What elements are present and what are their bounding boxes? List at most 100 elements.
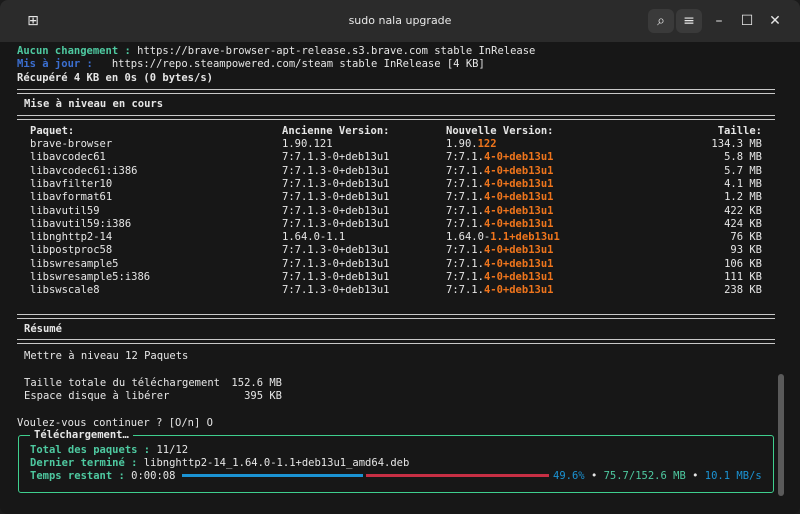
new-version-base: 7:7.1.: [446, 164, 484, 177]
old-version: 7:7.1.3-0+deb13u1: [282, 284, 390, 297]
log-line: Aucun changement : https://brave-browser…: [17, 45, 535, 58]
log-text: https://brave-browser-apt-release.s3.bra…: [130, 45, 536, 57]
new-version: 1.90.122: [446, 138, 497, 151]
new-version-base: 7:7.1.: [446, 151, 484, 164]
old-version: 7:7.1.3-0+deb13u1: [282, 217, 390, 230]
package-name: libavutil59: [30, 204, 100, 217]
total-packages-row: Total des paquets : 11/12: [30, 444, 188, 457]
new-version-change: 4-0+deb13u1: [483, 164, 554, 177]
download-title: Téléchargement…: [30, 429, 133, 442]
download-speed: 10.1 MB/s: [704, 470, 762, 482]
last-finished-row: Dernier terminé : libnghttp2-14_1.64.0-1…: [30, 457, 409, 470]
package-size: 5.7 MB: [724, 164, 762, 177]
title-bar: ⊞ sudo nala upgrade ⌕ ≡ – ☐ ✕: [0, 0, 800, 42]
header-old-version: Ancienne Version:: [282, 125, 390, 137]
header-new-version: Nouvelle Version:: [446, 125, 554, 137]
total-packages-value: 11/12: [156, 444, 189, 456]
time-left-row: Temps restant : 0:00:08: [30, 470, 175, 483]
package-size: 134.3 MB: [711, 138, 762, 150]
old-version: 1.64.0-1.1: [282, 231, 346, 244]
package-name: libavutil59:i386: [30, 217, 132, 230]
summary-download-value: 152.6 MB: [231, 377, 282, 389]
separator: •: [692, 470, 699, 482]
new-version-base: 7:7.1.: [446, 271, 484, 283]
new-version: 7:7.1.4-0+deb13u1: [446, 165, 553, 178]
new-version-base: 7:7.1.: [446, 177, 484, 190]
divider: [17, 89, 775, 94]
package-name: libavcodec61:i386: [30, 164, 138, 177]
search-icon[interactable]: ⌕: [648, 9, 674, 33]
package-size: 1.2 MB: [724, 191, 762, 204]
old-version: 7:7.1.3-0+deb13u1: [282, 164, 390, 177]
progress-amount: 75.7/152.6 MB: [603, 470, 686, 482]
header-size: Taille:: [717, 125, 762, 137]
upgrade-heading: Mise à niveau en cours: [24, 98, 164, 110]
package-size: 5.8 MB: [724, 151, 762, 164]
progress-bar-remaining: [366, 474, 549, 477]
new-version-change: 4-0+deb13u1: [483, 191, 554, 204]
package-size: 238 KB: [724, 284, 762, 297]
package-size: 76 KB: [730, 231, 762, 244]
scrollbar[interactable]: [778, 374, 784, 496]
minimize-icon[interactable]: –: [706, 9, 732, 33]
new-version: 1.64.0-1.1+deb13u1: [446, 231, 560, 244]
new-version-base: 7:7.1.: [446, 257, 484, 270]
time-left-value: 0:00:08: [131, 470, 176, 482]
divider: [17, 339, 775, 344]
summary-disk-label: Espace disque à libérer: [24, 390, 170, 402]
header-package: Paquet:: [30, 125, 75, 137]
package-name: libavcodec61: [30, 151, 106, 164]
total-packages-label: Total des paquets :: [30, 444, 151, 456]
package-name: brave-browser: [30, 138, 113, 150]
last-finished-label: Dernier terminé :: [30, 457, 138, 469]
new-version-base: 7:7.1.: [446, 217, 484, 230]
package-name: libavfilter10: [30, 177, 113, 190]
new-version-change: 4-0+deb13u1: [483, 284, 554, 297]
summary-download-label: Taille totale du téléchargement: [24, 377, 220, 389]
new-version: 7:7.1.4-0+deb13u1: [446, 284, 553, 297]
new-version-change: 4-0+deb13u1: [483, 151, 554, 164]
time-left-label: Temps restant :: [30, 470, 125, 482]
package-size: 424 KB: [724, 217, 762, 230]
log-label: Mis à jour :: [17, 58, 93, 70]
new-version-change: 4-0+deb13u1: [483, 204, 554, 217]
new-version: 7:7.1.4-0+deb13u1: [446, 244, 553, 257]
summary-disk-value: 395 KB: [244, 390, 282, 402]
new-version: 7:7.1.4-0+deb13u1: [446, 191, 553, 204]
old-version: 7:7.1.3-0+deb13u1: [282, 204, 390, 217]
new-version-change: 122: [477, 138, 497, 150]
package-size: 111 KB: [724, 271, 762, 283]
log-label: Aucun changement :: [17, 45, 131, 57]
old-version: 1.90.121: [282, 138, 333, 150]
new-version-change: 4-0+deb13u1: [483, 217, 554, 230]
package-name: libpostproc58: [30, 244, 113, 257]
new-version-base: 7:7.1.: [446, 244, 484, 257]
old-version: 7:7.1.3-0+deb13u1: [282, 257, 390, 270]
package-size: 93 KB: [730, 244, 762, 257]
divider: [17, 314, 775, 319]
close-icon[interactable]: ✕: [762, 9, 788, 33]
separator: •: [590, 470, 598, 482]
progress-percent: 49.6%: [553, 470, 585, 482]
package-name: libswresample5:i386: [30, 271, 151, 283]
maximize-icon[interactable]: ☐: [734, 9, 760, 33]
new-version: 7:7.1.4-0+deb13u1: [446, 258, 553, 271]
log-line: Récupéré 4 KB en 0s (0 bytes/s): [17, 72, 213, 84]
last-finished-value: libnghttp2-14_1.64.0-1.1+deb13u1_amd64.d…: [143, 457, 410, 469]
new-version: 7:7.1.4-0+deb13u1: [446, 178, 553, 191]
package-size: 422 KB: [724, 204, 762, 217]
hamburger-icon[interactable]: ≡: [676, 9, 702, 33]
package-name: libnghttp2-14: [30, 231, 113, 244]
old-version: 7:7.1.3-0+deb13u1: [282, 151, 390, 164]
new-version: 7:7.1.4-0+deb13u1: [446, 205, 553, 218]
new-version-base: 7:7.1.: [446, 204, 484, 217]
summary-heading: Résumé: [24, 323, 62, 335]
summary-upgrade-count: Mettre à niveau 12 Paquets: [24, 350, 189, 362]
package-name: libavformat61: [30, 191, 113, 204]
new-version-base: 7:7.1.: [446, 284, 484, 297]
old-version: 7:7.1.3-0+deb13u1: [282, 177, 390, 190]
new-version-base: 1.64.0-: [446, 231, 491, 244]
new-version-change: 4-0+deb13u1: [483, 271, 554, 283]
package-size: 4.1 MB: [724, 177, 762, 190]
progress-stats: 49.6% • 75.7/152.6 MB • 10.1 MB/s: [553, 470, 762, 483]
